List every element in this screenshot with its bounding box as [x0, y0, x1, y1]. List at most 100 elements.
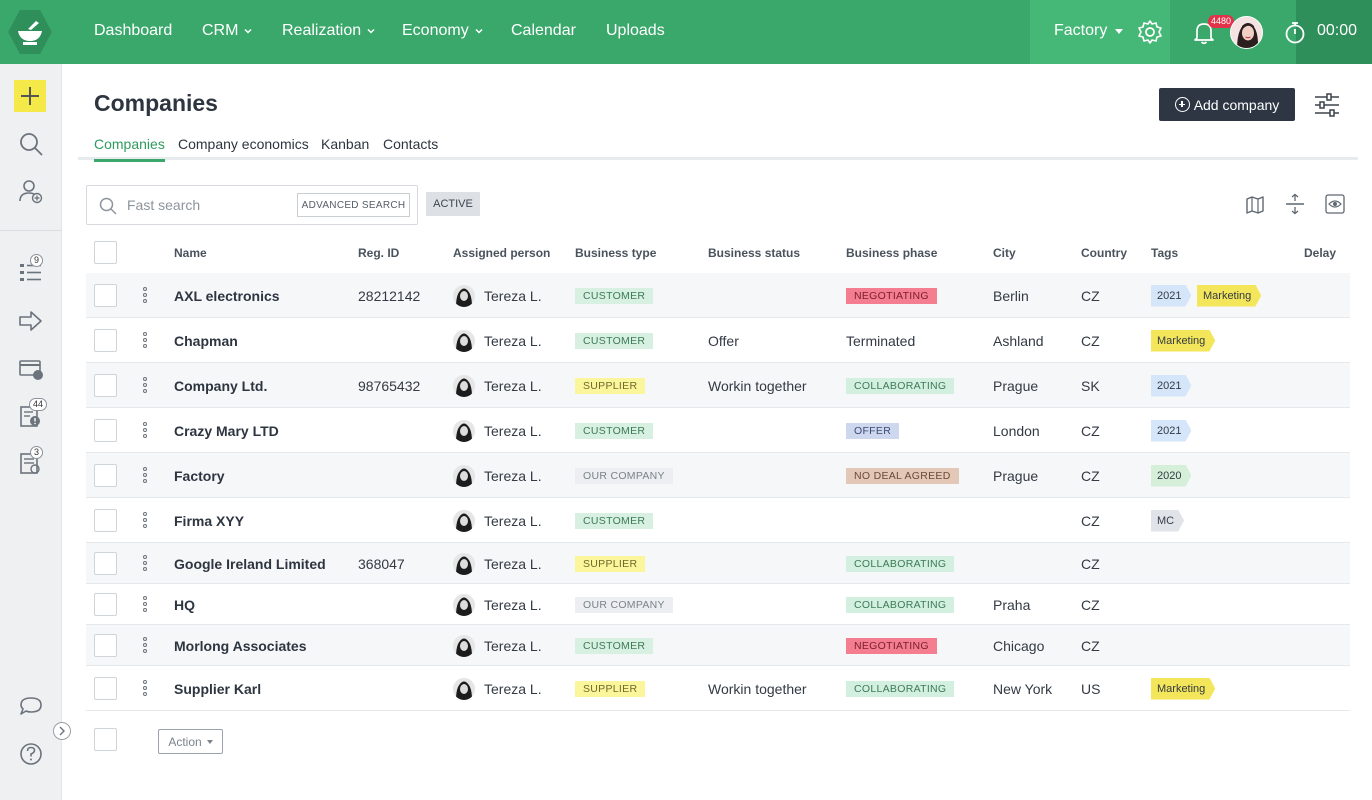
person-name: Tereza L. [484, 377, 542, 394]
user-avatar[interactable] [1230, 16, 1263, 49]
column-visibility-icon[interactable] [1324, 193, 1346, 215]
nav-item-crm[interactable]: CRM [202, 22, 253, 40]
tab-contacts[interactable]: Contacts [383, 136, 438, 159]
row-menu-icon[interactable] [142, 679, 148, 698]
assigned-person[interactable]: Tereza L. [453, 634, 542, 657]
chat-icon[interactable] [17, 692, 45, 720]
column-header-tags[interactable]: Tags [1151, 246, 1178, 260]
nav-item-realization[interactable]: Realization [282, 22, 376, 40]
add-company-button[interactable]: Add company [1159, 88, 1295, 121]
row-menu-icon[interactable] [142, 376, 148, 395]
row-menu-icon[interactable] [142, 511, 148, 530]
country: US [1081, 680, 1101, 697]
row-menu-icon[interactable] [142, 466, 148, 485]
assigned-person[interactable]: Tereza L. [453, 509, 542, 532]
row-menu-icon[interactable] [142, 286, 148, 305]
row-checkbox[interactable] [94, 509, 117, 532]
nav-item-economy[interactable]: Economy [402, 22, 484, 40]
row-checkbox[interactable] [94, 552, 117, 575]
quick-add-button[interactable] [14, 80, 46, 112]
row-menu-icon[interactable] [142, 331, 148, 350]
assigned-person[interactable]: Tereza L. [453, 464, 542, 487]
footer-select-checkbox[interactable] [94, 728, 117, 751]
company-switcher[interactable]: Factory [1054, 22, 1124, 40]
row-checkbox[interactable] [94, 329, 117, 352]
nav-item-uploads[interactable]: Uploads [606, 22, 665, 40]
row-checkbox[interactable] [94, 593, 117, 616]
nav-item-calendar[interactable]: Calendar [511, 22, 576, 40]
row-checkbox[interactable] [94, 677, 117, 700]
company-name[interactable]: Morlong Associates [174, 638, 307, 654]
person-name: Tereza L. [484, 467, 542, 484]
filter-sliders-icon[interactable] [1313, 92, 1341, 118]
column-header-name[interactable]: Name [174, 246, 207, 260]
help-icon[interactable] [17, 740, 45, 768]
assigned-person[interactable]: Tereza L. [453, 419, 542, 442]
assigned-person[interactable]: Tereza L. [453, 677, 542, 700]
tag-label[interactable]: MC [1151, 510, 1184, 532]
tag-label[interactable]: 2021 [1151, 285, 1191, 307]
tag-label[interactable]: Marketing [1151, 330, 1215, 352]
assigned-person[interactable]: Tereza L. [453, 329, 542, 352]
company-name[interactable]: Chapman [174, 333, 238, 349]
stopwatch-icon[interactable] [1283, 20, 1307, 44]
assigned-person[interactable]: Tereza L. [453, 552, 542, 575]
column-header-assigned-person[interactable]: Assigned person [453, 246, 550, 260]
company-name[interactable]: Factory [174, 468, 225, 484]
select-all-checkbox[interactable] [94, 241, 117, 264]
row-height-icon[interactable] [1284, 193, 1306, 215]
company-name[interactable]: AXL electronics [174, 288, 280, 304]
row-checkbox[interactable] [94, 374, 117, 397]
company-name[interactable]: Google Ireland Limited [174, 556, 326, 572]
company-name[interactable]: Supplier Karl [174, 681, 261, 697]
row-checkbox[interactable] [94, 634, 117, 657]
row-checkbox[interactable] [94, 284, 117, 307]
row-checkbox[interactable] [94, 419, 117, 442]
nav-item-label: Uploads [606, 22, 665, 39]
active-filter-chip[interactable]: ACTIVE [426, 192, 480, 216]
column-header-reg-id[interactable]: Reg. ID [358, 246, 399, 260]
advanced-search-button[interactable]: ADVANCED SEARCH [297, 193, 410, 217]
table-row[interactable] [86, 584, 1350, 625]
assigned-person[interactable]: Tereza L. [453, 284, 542, 307]
column-header-country[interactable]: Country [1081, 246, 1127, 260]
country: CZ [1081, 422, 1100, 439]
column-header-business-type[interactable]: Business type [575, 246, 656, 260]
tag-label[interactable]: Marketing [1151, 678, 1215, 700]
forward-arrow-icon[interactable] [17, 307, 45, 335]
column-header-business-phase[interactable]: Business phase [846, 246, 937, 260]
bulk-action-dropdown[interactable]: Action [158, 729, 223, 754]
tag-label[interactable]: Marketing [1197, 285, 1261, 307]
search-icon[interactable] [17, 130, 45, 158]
company-name[interactable]: Crazy Mary LTD [174, 423, 279, 439]
company-name[interactable]: HQ [174, 597, 195, 613]
column-header-city[interactable]: City [993, 246, 1016, 260]
invoice-icon[interactable] [17, 355, 45, 383]
fast-search-box: ADVANCED SEARCH [86, 185, 418, 225]
map-icon[interactable] [1244, 193, 1266, 215]
company-name[interactable]: Company Ltd. [174, 378, 267, 394]
row-menu-icon[interactable] [142, 595, 148, 614]
nav-item-dashboard[interactable]: Dashboard [94, 22, 172, 40]
column-header-delay[interactable]: Delay [1304, 246, 1336, 260]
gear-icon[interactable] [1137, 19, 1163, 45]
tab-companies[interactable]: Companies [94, 136, 165, 162]
company-name[interactable]: Firma XYY [174, 513, 244, 529]
row-menu-icon[interactable] [142, 554, 148, 573]
alerts-count-badge: 44 [29, 398, 48, 411]
row-menu-icon[interactable] [142, 636, 148, 655]
tag-label[interactable]: 2021 [1151, 420, 1191, 442]
logo-icon[interactable] [6, 8, 54, 56]
sidebar-expand-button[interactable] [53, 722, 71, 740]
tab-kanban[interactable]: Kanban [321, 136, 369, 159]
avatar [453, 677, 475, 700]
add-contact-icon[interactable] [17, 177, 45, 205]
assigned-person[interactable]: Tereza L. [453, 374, 542, 397]
row-checkbox[interactable] [94, 464, 117, 487]
assigned-person[interactable]: Tereza L. [453, 593, 542, 616]
tag-label[interactable]: 2020 [1151, 465, 1191, 487]
tag-label[interactable]: 2021 [1151, 375, 1191, 397]
row-menu-icon[interactable] [142, 421, 148, 440]
tab-company-economics[interactable]: Company economics [178, 136, 309, 159]
column-header-business-status[interactable]: Business status [708, 246, 800, 260]
